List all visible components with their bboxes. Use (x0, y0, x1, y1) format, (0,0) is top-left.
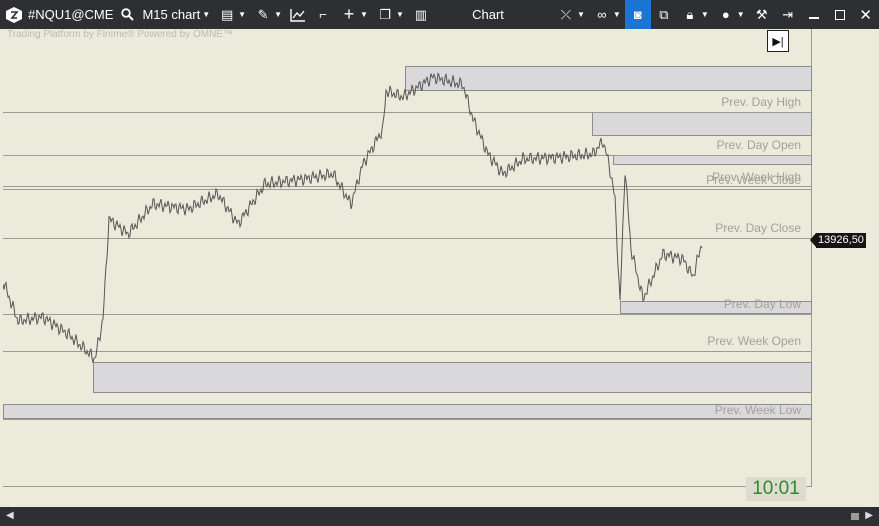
wrench-icon: ⚒ (755, 6, 768, 22)
crosshair-icon: ⤫ (560, 6, 572, 22)
settings-button[interactable]: ⚒ (749, 0, 775, 29)
columns-icon: ▥ (414, 6, 427, 22)
window-icon: ❐ (379, 6, 391, 22)
title-bar: #NQU1@CME M15 chart ▼ ▤ ▼ ✎ ▼ ⌐ + ▼ ❐ ▼ ▥ Ch… (0, 0, 879, 29)
close-button[interactable]: ✕ (853, 0, 879, 29)
chevron-down-icon: ▼ (612, 10, 621, 19)
line-chart-icon (290, 8, 306, 22)
window-title: Chart (472, 7, 504, 22)
chevron-down-icon: ▼ (700, 10, 709, 19)
maximize-button[interactable] (827, 0, 853, 29)
pin-button[interactable]: ⇥ (775, 0, 801, 29)
circle-icon: ● (721, 7, 730, 22)
horizontal-scrollbar[interactable]: ◀ ▶ (0, 507, 879, 526)
list-icon: ▤ (221, 6, 234, 22)
link-icon: ∞ (597, 7, 607, 22)
app-logo-icon[interactable] (0, 0, 26, 29)
copy-icon: ⧉ (659, 6, 669, 22)
window-mode-button[interactable]: ❐ ▼ (372, 0, 408, 29)
maximize-icon (834, 9, 845, 20)
search-icon[interactable] (117, 0, 138, 29)
lock-icon: 🔒︎ (686, 6, 694, 22)
indicators-button[interactable] (286, 0, 310, 29)
link-button[interactable]: ∞ ▼ (589, 0, 625, 29)
plus-icon: + (343, 4, 355, 24)
chevron-down-icon: ▼ (577, 10, 585, 19)
chevron-down-icon: ▼ (360, 10, 368, 19)
scroll-left-icon[interactable]: ◀ (6, 510, 14, 521)
current-price-tag: 13926,50 (810, 233, 866, 248)
minimize-icon (808, 16, 819, 19)
chart-type-dropdown[interactable]: M15 chart ▼ (138, 0, 214, 29)
crosshair-button[interactable]: ⤫ ▼ (553, 0, 589, 29)
chevron-down-icon: ▼ (274, 10, 283, 19)
draw-tools-button[interactable]: ✎ ▼ (250, 0, 286, 29)
scroll-right-icon[interactable]: ▶ (865, 510, 873, 521)
clone-button[interactable]: ⧉ (651, 0, 677, 29)
screenshot-button[interactable]: ◙ (624, 0, 651, 29)
chevron-down-icon: ▼ (202, 10, 211, 19)
color-button[interactable]: ● ▼ (713, 0, 749, 29)
add-button[interactable]: + ▼ (336, 0, 372, 29)
symbol-label[interactable]: #NQU1@CME (26, 0, 117, 29)
lock-button[interactable]: 🔒︎ ▼ (677, 0, 713, 29)
chevron-down-icon: ▼ (736, 10, 745, 19)
pin-icon: ⇥ (782, 6, 794, 22)
camera-icon: ◙ (633, 7, 642, 22)
chart-window: #NQU1@CME M15 chart ▼ ▤ ▼ ✎ ▼ ⌐ + ▼ ❐ ▼ ▥ Ch… (0, 0, 879, 526)
minimize-button[interactable] (801, 0, 827, 29)
scrollbar-thumb[interactable] (851, 513, 859, 520)
strategy-button[interactable]: ⌐ (310, 0, 336, 29)
chevron-down-icon: ▼ (238, 10, 247, 19)
price-line (3, 72, 703, 363)
template-button[interactable]: ▤ ▼ (214, 0, 250, 29)
pencil-icon: ✎ (257, 6, 269, 22)
price-series (3, 72, 703, 363)
script-icon: ⌐ (319, 7, 327, 22)
layout-button[interactable]: ▥ (408, 0, 434, 29)
close-icon: ✕ (859, 6, 872, 24)
chart-type-label: M15 chart (142, 7, 201, 22)
chevron-down-icon: ▼ (395, 10, 404, 19)
